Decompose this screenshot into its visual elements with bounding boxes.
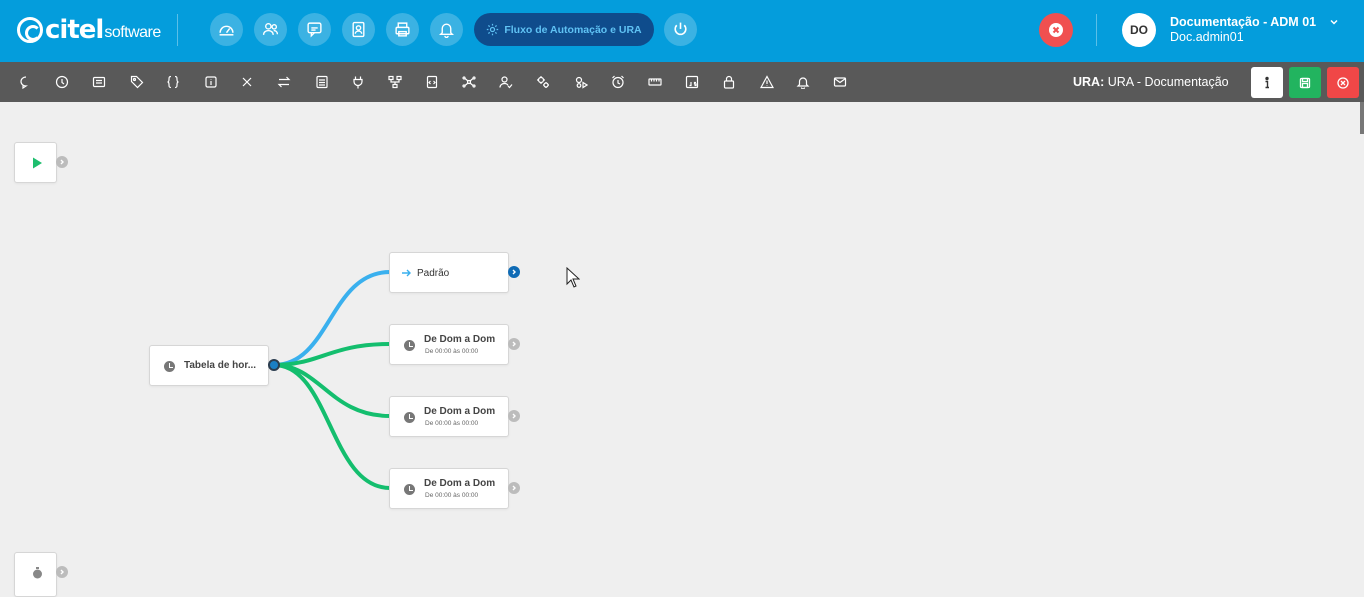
clock-icon [164, 361, 175, 372]
branch-port-2[interactable] [508, 338, 520, 350]
chevron-right-icon [512, 485, 516, 491]
connector-branch-3 [273, 363, 391, 418]
branch-title: De Dom a Dom [424, 478, 496, 489]
connector-branch-4 [273, 363, 391, 490]
start-node-port[interactable] [56, 156, 68, 168]
branch-port-4[interactable] [508, 482, 520, 494]
branch-title: Padrão [417, 268, 450, 279]
branch-title: De Dom a Dom [424, 334, 496, 345]
flow-connectors [273, 270, 391, 490]
chevron-right-icon [512, 413, 516, 419]
end-node[interactable] [14, 552, 57, 597]
branch-port-padrao[interactable] [508, 266, 520, 278]
chevron-right-icon [512, 341, 516, 347]
branch-title: De Dom a Dom [424, 406, 496, 417]
branch-port-3[interactable] [508, 410, 520, 422]
start-node[interactable] [14, 142, 57, 183]
chevron-right-icon [512, 269, 516, 275]
clock-icon [404, 340, 415, 351]
timer-icon [33, 567, 42, 579]
clock-icon [404, 412, 415, 423]
schedule-table-node[interactable]: Tabela de hor... [149, 345, 269, 386]
clock-icon [404, 484, 415, 495]
play-icon [33, 157, 42, 169]
branch-subtitle: De 00:00 às 00:00 [425, 348, 479, 355]
schedule-table-label: Tabela de hor... [184, 360, 257, 371]
branch-node-3[interactable]: De Dom a Dom De 00:00 às 00:00 [389, 396, 509, 437]
branch-node-4[interactable]: De Dom a Dom De 00:00 às 00:00 [389, 468, 509, 509]
chevron-right-icon [60, 159, 64, 165]
end-node-port[interactable] [56, 566, 68, 578]
arrow-right-icon [402, 269, 411, 277]
branch-node-2[interactable]: De Dom a Dom De 00:00 às 00:00 [389, 324, 509, 365]
schedule-table-output-port[interactable] [268, 359, 280, 371]
branch-subtitle: De 00:00 às 00:00 [425, 420, 479, 427]
mouse-cursor-icon [566, 267, 580, 288]
branch-node-padrao[interactable]: Padrão [389, 252, 509, 293]
branch-subtitle: De 00:00 às 00:00 [425, 492, 479, 499]
chevron-right-icon [60, 569, 64, 575]
